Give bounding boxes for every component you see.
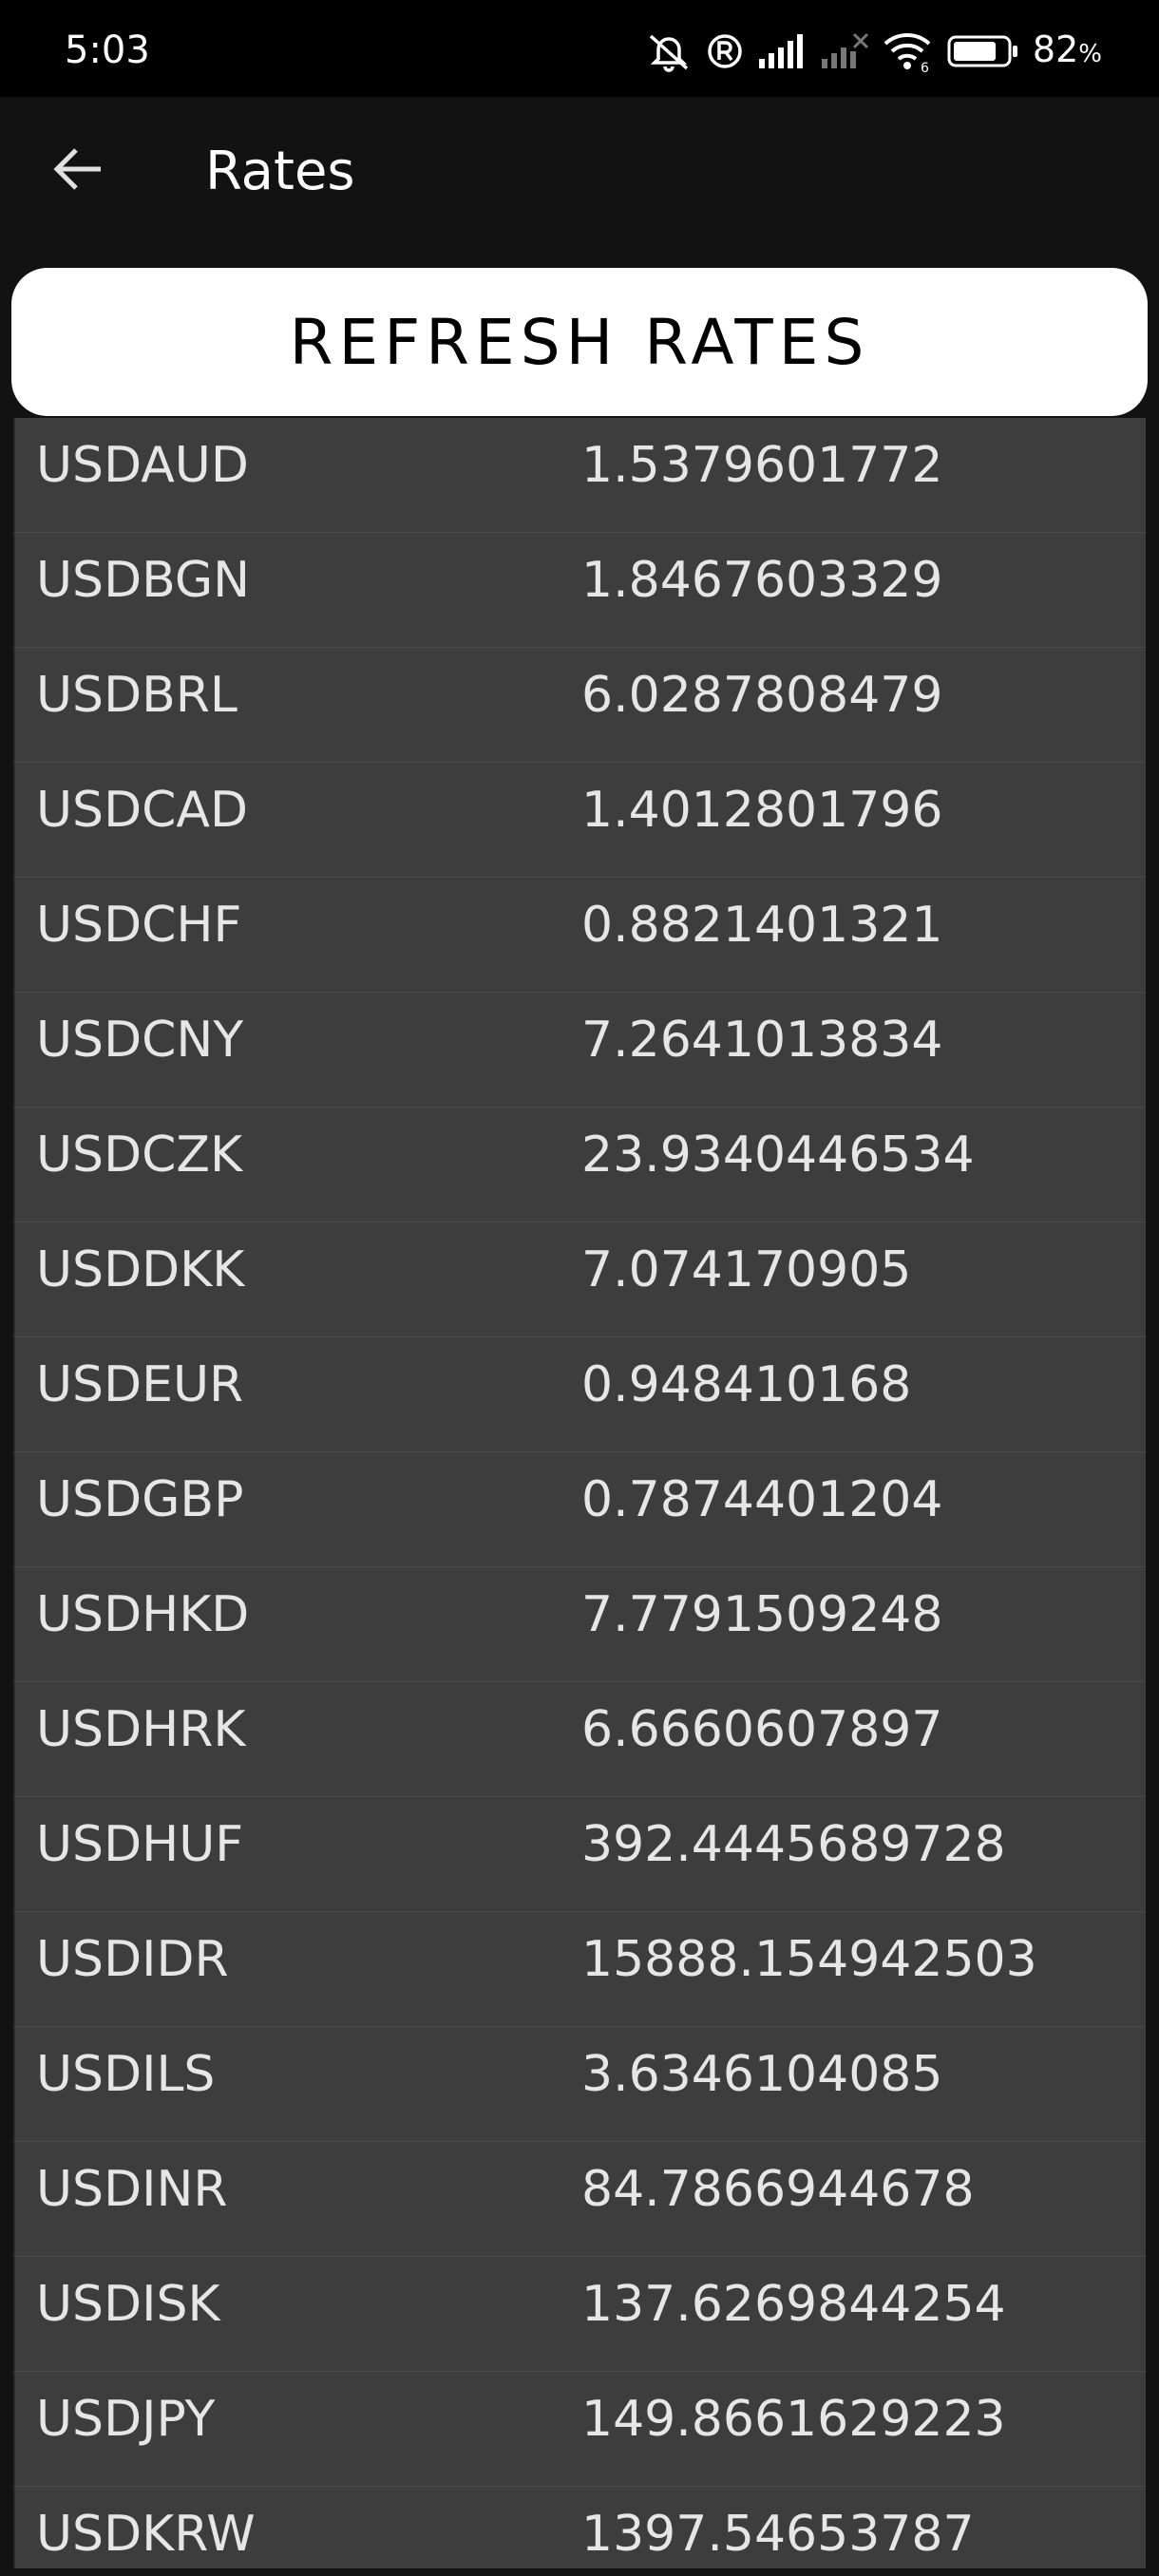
rate-value: 23.9340446534	[581, 1127, 975, 1184]
rate-row: USDEUR 0.948410168	[13, 1337, 1146, 1452]
rate-row: USDISK 137.6269844254	[13, 2257, 1146, 2372]
rate-code: USDIDR	[36, 1931, 229, 1988]
rate-code: USDHUF	[36, 1816, 244, 1873]
rate-row: USDAUD 1.5379601772	[13, 418, 1146, 533]
svg-text:6: 6	[921, 61, 929, 72]
rate-code: USDBRL	[36, 667, 238, 724]
rate-value: 0.948410168	[581, 1356, 912, 1413]
rate-code: USDBGN	[36, 552, 251, 609]
rate-value: 7.7791509248	[581, 1586, 943, 1643]
rate-row: USDHRK 6.6660607897	[13, 1682, 1146, 1797]
rate-value: 6.6660607897	[581, 1701, 943, 1758]
signal-icon	[757, 32, 807, 70]
rate-value: 15888.154942503	[581, 1931, 1037, 1988]
rate-value: 7.074170905	[581, 1241, 912, 1298]
rate-row: USDCZK 23.9340446534	[13, 1108, 1146, 1222]
rate-code: USDKRW	[36, 2506, 256, 2563]
rate-row: USDKRW 1397.54653787	[13, 2487, 1146, 2568]
rate-code: USDCZK	[36, 1127, 243, 1184]
status-icons: 6 82%	[645, 23, 1102, 80]
rate-code: USDAUD	[36, 437, 249, 494]
rate-value: 0.7874401204	[581, 1471, 943, 1528]
rate-value: 0.8821401321	[581, 897, 943, 954]
rate-row: USDINR 84.7866944678	[13, 2142, 1146, 2257]
rate-code: USDEUR	[36, 1356, 244, 1413]
rate-value: 1.5379601772	[581, 437, 943, 494]
rate-row: USDBGN 1.8467603329	[13, 533, 1146, 648]
rate-code: USDHKD	[36, 1586, 250, 1643]
rate-row: USDHKD 7.7791509248	[13, 1567, 1146, 1682]
signal-off-icon	[820, 32, 869, 70]
rate-value: 6.0287808479	[581, 667, 943, 724]
rate-code: USDINR	[36, 2161, 228, 2218]
app-bar: Rates	[0, 97, 1159, 268]
battery-icon	[947, 34, 1019, 68]
mute-icon	[645, 30, 693, 72]
rate-code: USDJPY	[36, 2391, 216, 2448]
rate-value: 84.7866944678	[581, 2161, 975, 2218]
rate-row: USDDKK 7.074170905	[13, 1222, 1146, 1337]
rate-code: USDCHF	[36, 897, 242, 954]
rate-value: 7.2641013834	[581, 1012, 943, 1069]
rate-value: 1.4012801796	[581, 782, 943, 839]
status-time: 5:03	[65, 28, 150, 72]
rate-row: USDJPY 149.8661629223	[13, 2372, 1146, 2487]
rate-code: USDHRK	[36, 1701, 246, 1758]
rate-row: USDGBP 0.7874401204	[13, 1452, 1146, 1567]
rate-row: USDHUF 392.4445689728	[13, 1797, 1146, 1912]
rate-value: 149.8661629223	[581, 2391, 1006, 2448]
rate-value: 392.4445689728	[581, 1816, 1006, 1873]
rate-value: 137.6269844254	[581, 2276, 1006, 2333]
arrow-left-icon	[51, 146, 104, 196]
rate-row: USDCAD 1.4012801796	[13, 763, 1146, 878]
rate-row: USDBRL 6.0287808479	[13, 648, 1146, 763]
rate-row: USDILS 3.6346104085	[13, 2027, 1146, 2142]
rate-code: USDGBP	[36, 1471, 244, 1528]
rate-row: USDCHF 0.8821401321	[13, 878, 1146, 993]
rate-value: 1397.54653787	[581, 2506, 975, 2563]
rate-code: USDCAD	[36, 782, 249, 839]
rate-code: USDDKK	[36, 1241, 245, 1298]
rate-row: USDCNY 7.2641013834	[13, 993, 1146, 1108]
status-bar: 5:03 6 82%	[0, 0, 1159, 97]
registered-icon	[706, 32, 744, 70]
wifi-icon: 6	[883, 30, 934, 72]
rate-code: USDCNY	[36, 1012, 244, 1069]
rate-value: 1.8467603329	[581, 552, 943, 609]
rates-list[interactable]: USDAUD 1.5379601772 USDBGN 1.8467603329 USDB…	[13, 418, 1146, 2568]
back-button[interactable]	[42, 135, 114, 207]
battery-percent: 82%	[1032, 28, 1102, 70]
rate-code: USDILS	[36, 2046, 216, 2103]
refresh-rates-button[interactable]: REFRESH RATES	[11, 268, 1148, 416]
rate-row: USDIDR 15888.154942503	[13, 1912, 1146, 2027]
rate-code: USDISK	[36, 2276, 220, 2333]
page-title: Rates	[205, 141, 355, 202]
rate-value: 3.6346104085	[581, 2046, 943, 2103]
